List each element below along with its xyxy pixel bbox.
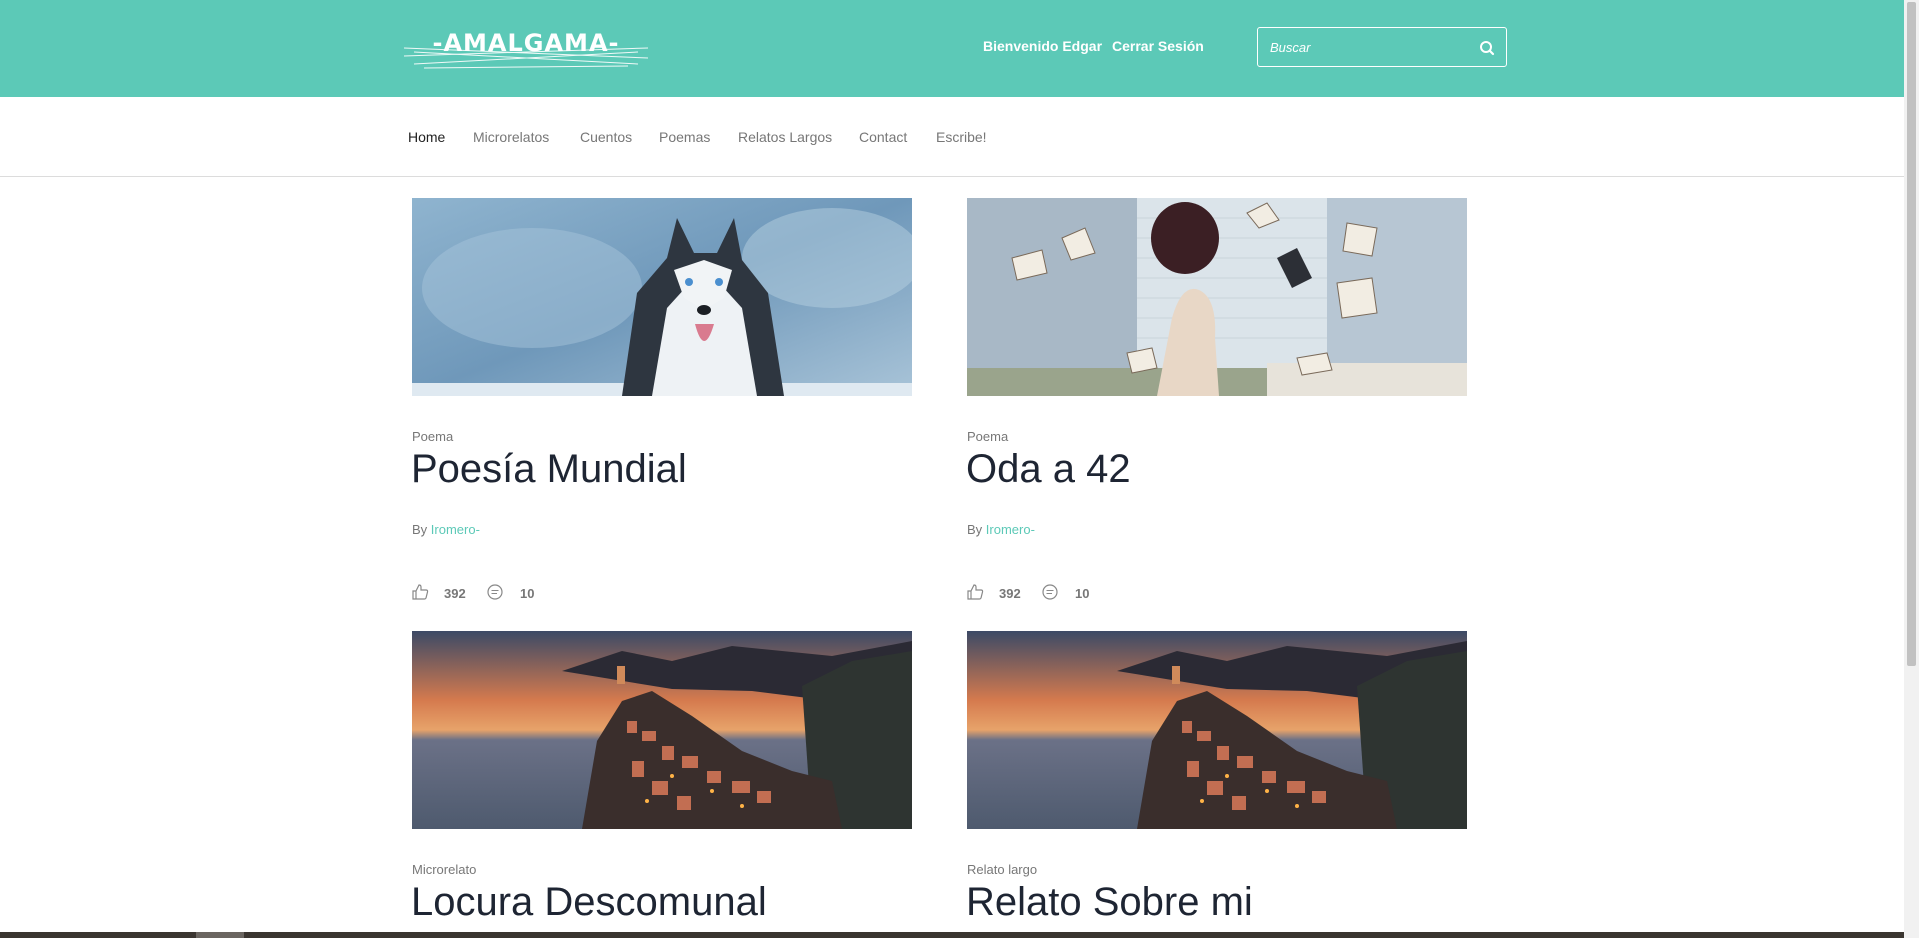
comment-icon[interactable] bbox=[486, 583, 504, 601]
post-title[interactable]: Poesía Mundial bbox=[411, 447, 687, 492]
nav-item-poemas[interactable]: Poemas bbox=[659, 129, 710, 145]
nav-item-cuentos[interactable]: Cuentos bbox=[580, 129, 632, 145]
post-byline: By Iromero- bbox=[412, 522, 480, 537]
nav-item-relatos-largos[interactable]: Relatos Largos bbox=[738, 129, 832, 145]
nav-active-indicator bbox=[397, 97, 458, 100]
likes-count: 392 bbox=[999, 586, 1021, 601]
main-nav: Home Microrelatos Cuentos Poemas Relatos… bbox=[0, 97, 1904, 177]
svg-text:-AMALGAMA-: -AMALGAMA- bbox=[433, 29, 620, 57]
post-byline: By Iromero- bbox=[967, 522, 1035, 537]
nav-item-microrelatos[interactable]: Microrelatos bbox=[473, 129, 549, 145]
search-box bbox=[1257, 27, 1507, 67]
search-icon[interactable] bbox=[1476, 37, 1498, 59]
top-header: -AMALGAMA- Bienvenido Edgar Cerrar Sesió… bbox=[0, 0, 1904, 97]
nav-item-home[interactable]: Home bbox=[408, 129, 445, 145]
by-label: By bbox=[412, 522, 428, 537]
post-image-coastal-village[interactable] bbox=[967, 631, 1467, 829]
post-image-woman-books[interactable] bbox=[967, 198, 1467, 396]
author-link[interactable]: Iromero- bbox=[986, 522, 1035, 537]
comment-icon[interactable] bbox=[1041, 583, 1059, 601]
post-category: Microrelato bbox=[412, 862, 477, 877]
nav-item-contact[interactable]: Contact bbox=[859, 129, 907, 145]
post-title[interactable]: Locura Descomunal bbox=[411, 880, 767, 925]
likes-count: 392 bbox=[444, 586, 466, 601]
comments-count: 10 bbox=[520, 586, 535, 601]
post-category: Poema bbox=[967, 429, 1009, 444]
thumbs-up-icon[interactable] bbox=[411, 583, 429, 601]
logout-link[interactable]: Cerrar Sesión bbox=[1112, 38, 1204, 54]
post-title[interactable]: Relato Sobre mi bbox=[966, 880, 1253, 925]
bottom-strip-segment bbox=[196, 932, 244, 938]
welcome-text: Bienvenido Edgar bbox=[983, 38, 1103, 54]
site-logo[interactable]: -AMALGAMA- bbox=[404, 26, 648, 72]
post-image-husky[interactable] bbox=[412, 198, 912, 396]
comments-count: 10 bbox=[1075, 586, 1090, 601]
post-category: Relato largo bbox=[967, 862, 1038, 877]
author-link[interactable]: Iromero- bbox=[431, 522, 480, 537]
by-label: By bbox=[967, 522, 983, 537]
post-category: Poema bbox=[412, 429, 454, 444]
post-title[interactable]: Oda a 42 bbox=[966, 447, 1131, 492]
thumbs-up-icon[interactable] bbox=[966, 583, 984, 601]
bottom-strip bbox=[0, 932, 1904, 938]
nav-item-escribe[interactable]: Escribe! bbox=[936, 129, 987, 145]
page: -AMALGAMA- Bienvenido Edgar Cerrar Sesió… bbox=[0, 0, 1919, 938]
post-image-coastal-village[interactable] bbox=[412, 631, 912, 829]
scrollbar-thumb[interactable] bbox=[1907, 2, 1916, 666]
search-input[interactable] bbox=[1270, 37, 1460, 57]
